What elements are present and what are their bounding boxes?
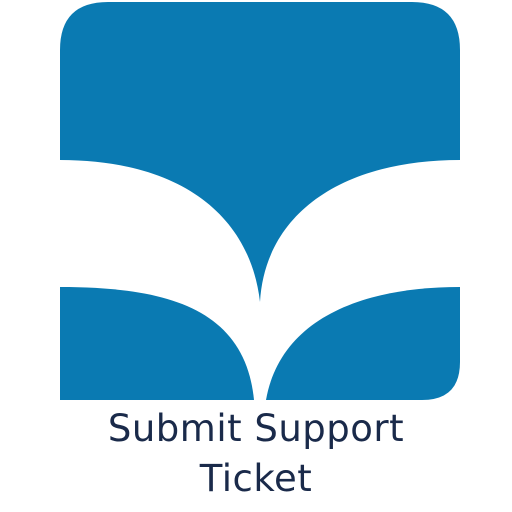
logo-bottom-right-shape — [266, 287, 460, 400]
logo-bottom-left-shape — [60, 287, 254, 400]
caption-line-1: Submit Support — [107, 407, 405, 450]
caption-line-2: Ticket — [199, 457, 313, 500]
tile-caption: Submit Support Ticket — [0, 404, 512, 504]
submit-support-ticket-tile[interactable]: Submit Support Ticket — [0, 0, 512, 512]
logo-top-shape — [60, 2, 460, 302]
